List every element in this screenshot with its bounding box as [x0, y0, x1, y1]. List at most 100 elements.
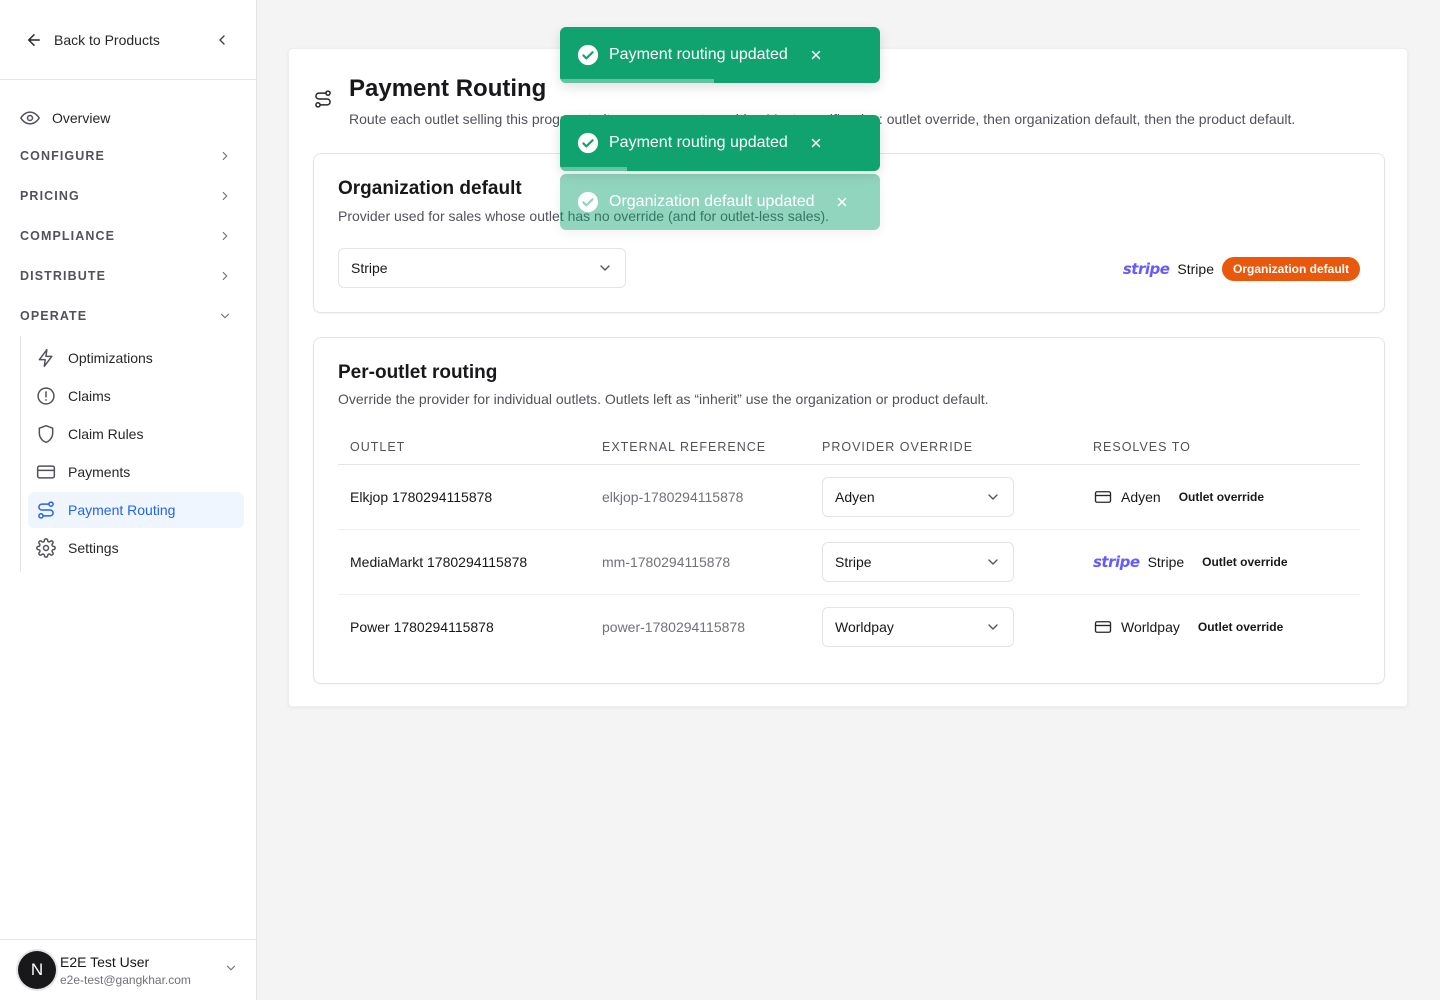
page-title: Payment Routing: [349, 75, 547, 102]
col-outlet: OUTLET: [338, 430, 590, 465]
override-cell: Stripe: [810, 529, 1081, 595]
outlet-name: MediaMarkt 1780294115878: [338, 529, 590, 595]
outlet-name: Elkjop 1780294115878: [338, 464, 590, 530]
check-circle-icon: [577, 191, 599, 213]
toast-message: Payment routing updated: [609, 46, 788, 63]
table-row: Elkjop 1780294115878 elkjop-178029411587…: [338, 464, 1360, 530]
sidebar-item-claims[interactable]: Claims: [28, 378, 244, 414]
user-menu[interactable]: N E2E Test User e2e-test@gangkhar.com: [0, 939, 256, 1000]
section-distribute[interactable]: DISTRIBUTE: [0, 256, 256, 296]
sidebar-item-claim-rules[interactable]: Claim Rules: [28, 416, 244, 452]
per-outlet-description: Override the provider for individual out…: [338, 391, 989, 407]
gear-icon: [36, 538, 56, 558]
sidebar-item-settings[interactable]: Settings: [28, 530, 244, 566]
sidebar-item-overview[interactable]: Overview: [8, 100, 244, 136]
section-label: COMPLIANCE: [20, 229, 116, 243]
route-icon: [313, 89, 333, 109]
close-icon: [811, 138, 821, 148]
shield-icon: [36, 424, 56, 444]
select-value: Worldpay: [835, 618, 894, 635]
toast-message: Payment routing updated: [609, 134, 788, 151]
chevron-right-icon: [222, 271, 228, 281]
section-label: PRICING: [20, 189, 80, 203]
section-pricing[interactable]: PRICING: [0, 176, 256, 216]
resolved-provider-name: Stripe: [1177, 261, 1214, 277]
section-configure[interactable]: CONFIGURE: [0, 136, 256, 176]
chevron-down-icon: [988, 493, 998, 500]
chevron-left-icon: [219, 35, 225, 45]
section-label: DISTRIBUTE: [20, 269, 106, 283]
chevron-down-icon: [988, 624, 998, 630]
org-default-provider-select[interactable]: Stripe: [338, 248, 626, 288]
provider-override-select[interactable]: Stripe: [822, 541, 1014, 582]
org-default-title: Organization default: [338, 178, 522, 199]
provider-override-select[interactable]: Worldpay: [822, 606, 1014, 647]
sidebar-item-label: Payments: [68, 464, 131, 480]
org-default-resolved: stripe Stripe Organization default: [1123, 257, 1360, 281]
resolved-provider: Worldpay: [1121, 618, 1180, 635]
route-icon: [36, 500, 56, 520]
sidebar-nav: Overview CONFIGURE PRICING COMPLIANCE DI…: [0, 80, 256, 572]
back-to-products-label: Back to Products: [54, 31, 160, 48]
table-row: MediaMarkt 1780294115878 mm-178029411587…: [338, 529, 1360, 595]
select-value: Stripe: [835, 553, 872, 570]
org-default-badge: Organization default: [1221, 257, 1360, 281]
select-value: Stripe: [351, 260, 388, 276]
toast-close-button[interactable]: [806, 45, 826, 65]
toast-notification: Payment routing updated: [560, 115, 880, 171]
per-outlet-card: Per-outlet routing Override the provider…: [313, 337, 1385, 684]
override-cell: Adyen: [810, 464, 1081, 530]
avatar: N: [18, 951, 56, 989]
chevron-down-icon: [988, 558, 998, 565]
sidebar: Back to Products Overview CONFIGURE PRIC…: [0, 0, 257, 1000]
toast-notification: Payment routing updated: [560, 27, 880, 83]
eye-icon: [20, 108, 40, 128]
close-icon: [811, 50, 821, 60]
credit-card-icon: [1093, 487, 1113, 507]
sidebar-item-optimizations[interactable]: Optimizations: [28, 340, 244, 376]
sidebar-item-payment-routing[interactable]: Payment Routing: [28, 492, 244, 528]
operate-subnav: Optimizations Claims Claim Rules Payment…: [20, 336, 256, 572]
col-external-reference: EXTERNAL REFERENCE: [590, 430, 810, 465]
resolved-provider: Stripe: [1147, 553, 1185, 570]
toast-notification: Organization default updated: [560, 174, 880, 230]
toast-close-button[interactable]: [806, 133, 826, 153]
sidebar-item-label: Optimizations: [68, 350, 153, 366]
section-operate[interactable]: OPERATE: [0, 296, 256, 336]
outlet-routing-table: OUTLET EXTERNAL REFERENCE PROVIDER OVERR…: [338, 430, 1360, 659]
lightning-icon: [36, 348, 56, 368]
per-outlet-title: Per-outlet routing: [338, 362, 498, 383]
outlet-name: Power 1780294115878: [350, 618, 494, 635]
section-compliance[interactable]: COMPLIANCE: [0, 216, 256, 256]
alert-circle-icon: [36, 386, 56, 406]
external-reference: elkjop-1780294115878: [590, 464, 810, 530]
sidebar-item-label: Payment Routing: [68, 502, 176, 518]
table-header-row: OUTLET EXTERNAL REFERENCE PROVIDER OVERR…: [338, 430, 1360, 465]
resolution-tag: Outlet override: [1197, 619, 1284, 634]
sidebar-item-payments[interactable]: Payments: [28, 454, 244, 490]
collapse-sidebar-button[interactable]: [212, 30, 232, 50]
provider-override-select[interactable]: Adyen: [822, 476, 1014, 517]
chevron-right-icon: [222, 231, 228, 241]
toast-message: Organization default updated: [609, 193, 815, 210]
sidebar-item-label: Overview: [52, 110, 111, 126]
check-circle-icon: [577, 132, 599, 154]
toast-progress: [560, 79, 714, 83]
toast-progress: [560, 167, 628, 171]
override-cell: Worldpay: [810, 594, 1081, 659]
credit-card-icon: [36, 462, 56, 482]
arrow-left-icon: [24, 30, 44, 50]
select-value: Adyen: [835, 488, 875, 505]
check-circle-icon: [577, 44, 599, 66]
section-label: CONFIGURE: [20, 149, 105, 163]
resolution-tag: Outlet override: [1202, 554, 1288, 569]
external-reference: power-1780294115878: [602, 618, 745, 635]
user-info: E2E Test User e2e-test@gangkhar.com: [60, 954, 191, 987]
stripe-logo: stripe: [1122, 260, 1170, 278]
section-label: OPERATE: [20, 309, 88, 323]
back-to-products-link[interactable]: Back to Products: [24, 30, 160, 50]
sidebar-item-label: Settings: [68, 540, 119, 556]
resolves-cell: Worldpay Outlet override: [1081, 594, 1360, 659]
close-icon: [837, 197, 847, 207]
toast-close-button[interactable]: [832, 192, 852, 212]
